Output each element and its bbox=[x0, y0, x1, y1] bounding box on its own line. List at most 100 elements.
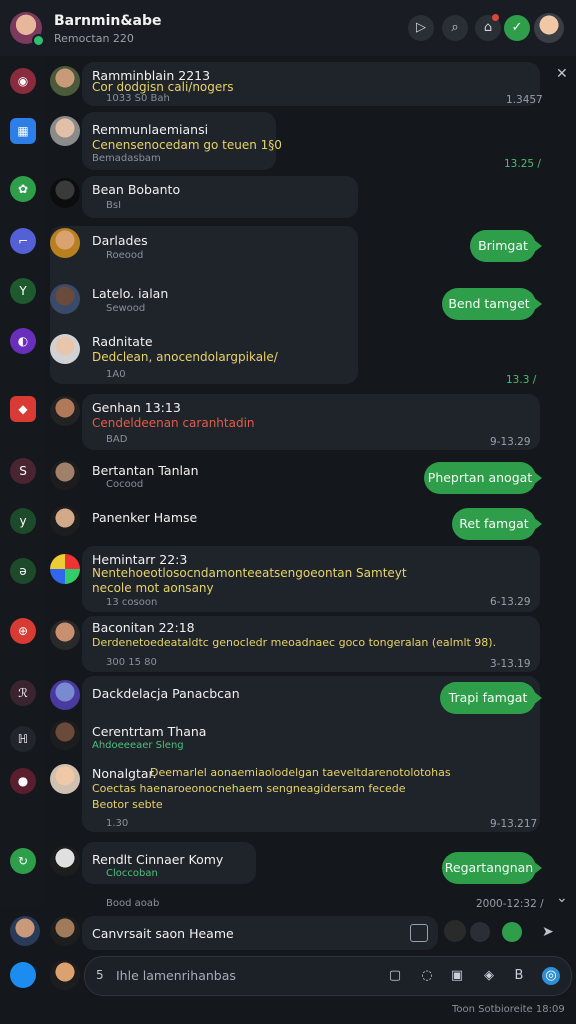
compass-icon[interactable]: ◐ bbox=[10, 328, 36, 354]
h-icon[interactable]: ℍ bbox=[10, 726, 36, 752]
thread-name: Latelo. ialan bbox=[92, 286, 169, 301]
twitter-icon[interactable] bbox=[10, 962, 36, 988]
left-rail: ◉ ▦ ✿ ⌐ Y ◐ ◆ S y ə ⊕ ℛ ℍ ● ↻ bbox=[0, 56, 44, 906]
thread-time: 9-13.29 bbox=[490, 436, 531, 448]
thread-message-line2: Coectas haenaroeonocnehaem sengneagiders… bbox=[92, 782, 406, 795]
thread-message-line3: Beotor sebte bbox=[92, 798, 163, 811]
thread-name: Bean Bobanto bbox=[92, 182, 181, 197]
r-icon[interactable]: ə bbox=[10, 558, 36, 584]
contact-avatar[interactable] bbox=[50, 554, 80, 584]
send-icon[interactable]: ➤ bbox=[542, 924, 554, 940]
thread-name: Baconitan 22:18 bbox=[92, 620, 195, 635]
footer-status: Toon Sotbioreite 18:09 bbox=[452, 1004, 565, 1015]
reply-bubble[interactable]: Bend tamget bbox=[442, 288, 542, 320]
s-icon[interactable]: S bbox=[10, 458, 36, 484]
thread-name: Cerentrtam Thana bbox=[92, 724, 207, 739]
contact-avatar[interactable] bbox=[50, 506, 80, 536]
attach-icon[interactable]: ▢ bbox=[386, 967, 404, 985]
contact-avatar[interactable] bbox=[50, 178, 80, 208]
composer-count: 5 bbox=[96, 968, 104, 982]
thread-message: Cendeldeenan caranhtadin bbox=[92, 416, 255, 430]
app-title: Barnmin&abe bbox=[54, 13, 162, 29]
chevron-down-icon[interactable]: ⌄ bbox=[556, 890, 568, 906]
heart-icon[interactable]: ● bbox=[10, 768, 36, 794]
thread-name: Bertantan Tanlan bbox=[92, 463, 199, 478]
thread-time: 2000-12:32 / bbox=[476, 898, 544, 910]
user-avatar[interactable] bbox=[534, 13, 564, 43]
chat-icon[interactable]: ◉ bbox=[10, 68, 36, 94]
thread-name: Panenker Hamse bbox=[92, 510, 198, 525]
thread-time: 13.25 / bbox=[504, 158, 541, 170]
top-bar: Barnmin&abe Remoctan 220 ▷ ⌕ ⌂ ✓ bbox=[0, 0, 576, 56]
sticker-icon[interactable]: ▣ bbox=[448, 967, 466, 985]
drop-icon[interactable]: ℛ bbox=[10, 680, 36, 706]
contact-avatar[interactable] bbox=[50, 620, 80, 650]
reply-bubble[interactable]: Trapi famgat bbox=[440, 682, 542, 714]
notification-badge bbox=[492, 14, 499, 21]
contact-avatar[interactable] bbox=[10, 916, 40, 946]
b-icon[interactable]: B bbox=[510, 967, 528, 985]
thread-meta: Ahdoeeeaer Sleng bbox=[92, 740, 184, 751]
contact-avatar[interactable] bbox=[50, 284, 80, 314]
contact-avatar[interactable] bbox=[50, 228, 80, 258]
thread-meta: 1A0 bbox=[106, 369, 126, 380]
shield-icon[interactable]: ✓ bbox=[504, 15, 530, 41]
hash-icon[interactable]: ⌐ bbox=[10, 228, 36, 254]
media-icon[interactable]: ◆ bbox=[10, 396, 36, 422]
down-icon[interactable]: y bbox=[10, 508, 36, 534]
thread-time: 1.3457 bbox=[506, 94, 543, 106]
thread-meta: BsI bbox=[106, 200, 122, 211]
thread-meta: 1033 S0 Bah bbox=[106, 93, 170, 104]
contact-avatar[interactable] bbox=[50, 334, 80, 364]
thread-meta: 1.30 bbox=[106, 818, 129, 829]
thread-name: Genhan 13:13 bbox=[92, 400, 181, 415]
gallery-icon[interactable] bbox=[470, 922, 490, 942]
reply-bubble[interactable]: Regartangnan bbox=[442, 852, 542, 884]
bookmark-icon[interactable] bbox=[410, 924, 428, 942]
contact-avatar[interactable] bbox=[50, 846, 80, 876]
contact-avatar[interactable] bbox=[444, 920, 466, 942]
thread-time: 9-13.217 bbox=[490, 818, 538, 830]
plus-icon[interactable]: ⊕ bbox=[10, 618, 36, 644]
thread-name: Hemintarr 22:3 bbox=[92, 552, 188, 567]
thread-message: Deemarlel aonaemiaolodelgan taeveltdaren… bbox=[150, 766, 451, 779]
thread-meta: Roeood bbox=[106, 250, 144, 261]
contact-avatar[interactable] bbox=[50, 764, 80, 794]
reply-bubble[interactable]: Ret famgat bbox=[452, 508, 542, 540]
thread-meta: Bood aoab bbox=[106, 898, 160, 909]
thread-message: Derdenetoedeataldtc genocledr meoadnaec … bbox=[92, 636, 497, 649]
chat-bubble-icon[interactable]: ◌ bbox=[418, 967, 436, 985]
contact-avatar[interactable] bbox=[50, 916, 80, 946]
app-subtitle: Remoctan 220 bbox=[54, 32, 134, 45]
thread-name: Radnitate bbox=[92, 334, 153, 349]
reaction-icon[interactable]: ◈ bbox=[480, 967, 498, 985]
y-icon[interactable]: Y bbox=[10, 278, 36, 304]
thread-message: Dedclean, anocendolargpikale/ bbox=[92, 350, 278, 364]
play-icon[interactable]: ▷ bbox=[408, 15, 434, 41]
reply-bubble[interactable]: Pheprtan anogat bbox=[424, 462, 542, 494]
close-icon[interactable]: ✕ bbox=[556, 66, 568, 82]
g-icon[interactable]: ↻ bbox=[10, 848, 36, 874]
search-icon[interactable]: ⌕ bbox=[442, 15, 468, 41]
contact-avatar[interactable] bbox=[50, 460, 80, 490]
emoji-icon[interactable] bbox=[502, 922, 522, 942]
message-input[interactable]: Ihle lamenrihanbas bbox=[116, 968, 236, 983]
thread-name: Rendlt Cinnaer Komy bbox=[92, 852, 224, 867]
contact-avatar[interactable] bbox=[50, 396, 80, 426]
reply-bubble[interactable]: Brimgat bbox=[470, 230, 542, 262]
thread-name: Darlades bbox=[92, 233, 148, 248]
self-avatar[interactable] bbox=[50, 960, 80, 990]
bluetooth-icon[interactable]: ◎ bbox=[542, 967, 560, 985]
settings-icon[interactable]: ✿ bbox=[10, 176, 36, 202]
grid-icon[interactable]: ▦ bbox=[10, 118, 36, 144]
thread-time: 13.3 / bbox=[506, 374, 537, 386]
thread-message-line2: necole mot aonsany bbox=[92, 581, 214, 595]
contact-avatar[interactable] bbox=[50, 116, 80, 146]
thread-message: Cenensenocedam go teuen 1§0 bbox=[92, 138, 282, 152]
contact-avatar[interactable] bbox=[50, 66, 80, 96]
contact-avatar[interactable] bbox=[50, 680, 80, 710]
contact-avatar[interactable] bbox=[50, 720, 80, 750]
thread-meta: 13 cosoon bbox=[106, 597, 158, 608]
thread-meta: Bemadasbam bbox=[92, 153, 161, 164]
thread-time: 3-13.19 bbox=[490, 658, 531, 670]
